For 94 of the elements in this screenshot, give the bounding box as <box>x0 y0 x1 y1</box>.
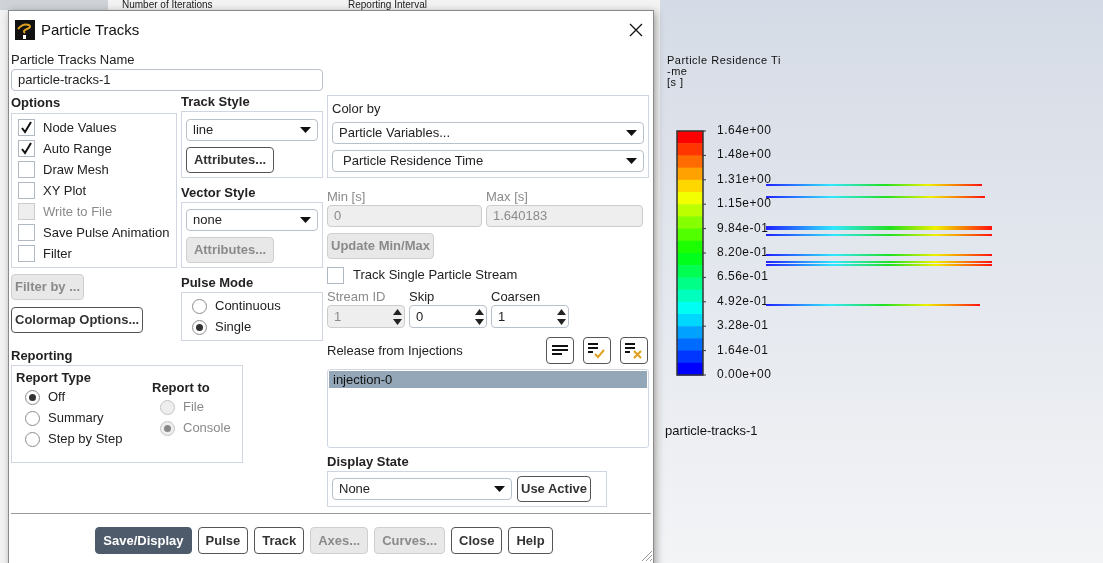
radio-label: Continuous <box>215 297 281 316</box>
radio-label: Console <box>183 419 231 438</box>
column-header: Reporting Interval <box>348 0 428 10</box>
dropdown[interactable]: line <box>186 119 318 141</box>
legend-title: Particle Residence Ti <box>667 55 781 66</box>
radio-label: Single <box>215 318 252 337</box>
list-item[interactable]: injection-0 <box>329 371 647 388</box>
radio-label: File <box>183 398 204 417</box>
section-heading: Reporting <box>11 348 74 364</box>
checkbox-label: Filter <box>43 244 72 263</box>
checkbox[interactable] <box>327 266 344 284</box>
caret-icon <box>494 486 505 492</box>
field-label: Min [s] <box>327 189 367 205</box>
legend-label: 1.15e+00 <box>717 196 772 213</box>
checkbox[interactable] <box>18 140 35 157</box>
legend-label: 1.48e+00 <box>717 147 772 164</box>
lines-icon <box>552 344 568 357</box>
radio-label: Step by Step <box>48 430 123 449</box>
caret-icon <box>300 217 311 223</box>
checkbox-label: Node Values <box>43 118 117 137</box>
legend-label: 8.20e-01 <box>717 244 770 261</box>
checkbox-label: Auto Range <box>43 139 112 158</box>
caret-icon <box>300 127 311 133</box>
spin-arrows-icon[interactable] <box>557 308 566 325</box>
caret-icon <box>626 158 637 164</box>
checkbox-label: Draw Mesh <box>43 160 109 179</box>
radio-button[interactable] <box>25 389 40 405</box>
radio-button[interactable] <box>25 410 40 426</box>
checkbox-label: Save Pulse Animation <box>43 223 170 242</box>
column-header: Number of Iterations <box>121 0 214 10</box>
legend-label: 1.64e-01 <box>717 342 770 359</box>
legend-label: 1.64e+00 <box>717 123 772 139</box>
scene-caption: particle-tracks-1 <box>665 422 758 440</box>
dropdown[interactable]: none <box>186 209 318 231</box>
checkbox[interactable] <box>18 182 35 199</box>
checkbox-label: Write to File <box>43 202 113 221</box>
field-label: Color by <box>332 101 382 117</box>
list-all-button[interactable] <box>546 337 574 364</box>
close-icon[interactable] <box>629 23 643 37</box>
dropdown[interactable]: Particle Residence Time <box>332 150 644 172</box>
radio-label: Off <box>48 388 66 407</box>
legend-label: 6.56e-01 <box>717 269 770 286</box>
checkbox[interactable] <box>18 119 35 136</box>
checkbox[interactable] <box>18 224 35 241</box>
attributes-button[interactable]: Attributes... <box>186 147 274 173</box>
lines-check-icon <box>588 342 606 359</box>
legend-label: 9.84e-01 <box>717 220 770 237</box>
spin-arrows-icon[interactable] <box>475 308 484 325</box>
dialog-button[interactable]: Help <box>508 527 553 554</box>
field-label: Skip <box>409 289 436 305</box>
legend-title: -me <box>667 66 689 77</box>
section-heading: Report to <box>152 380 211 396</box>
list-label: Release from Injections <box>327 341 463 360</box>
app-logo-icon <box>15 20 35 40</box>
dialog-title: Particle Tracks <box>41 19 140 40</box>
dropdown[interactable]: Particle Variables... <box>332 122 644 144</box>
checkbox-label: XY Plot <box>43 181 87 200</box>
checkbox-label: Track Single Particle Stream <box>353 266 518 285</box>
use-active-button[interactable]: Use Active <box>517 476 591 502</box>
dropdown[interactable]: None <box>332 478 512 500</box>
select-all-button[interactable] <box>583 337 611 364</box>
caret-icon <box>626 130 637 136</box>
section-heading: Pulse Mode <box>181 275 255 291</box>
field-label: Max [s] <box>486 189 529 205</box>
radio-button[interactable] <box>192 298 207 314</box>
checkbox[interactable] <box>18 245 35 262</box>
checkbox[interactable] <box>18 161 35 178</box>
spin-box[interactable]: 0 <box>409 305 487 328</box>
spin-box[interactable]: 1 <box>491 305 569 328</box>
radio-label: Summary <box>48 409 104 428</box>
dialog-button[interactable]: Pulse <box>197 527 249 554</box>
radio-button[interactable] <box>25 431 40 447</box>
legend-label: 4.92e-01 <box>717 293 770 310</box>
legend-label: 0.00e+00 <box>717 366 772 383</box>
legend-title: [s ] <box>667 77 685 88</box>
section-heading: Display State <box>327 454 410 470</box>
field-label: Coarsen <box>491 289 542 305</box>
dialog-button[interactable]: Save/Display <box>95 527 192 554</box>
legend-label: 3.28e-01 <box>717 318 770 335</box>
radio-button[interactable] <box>192 319 207 335</box>
field-label: Particle Tracks Name <box>11 51 136 69</box>
input-field[interactable]: particle-tracks-1 <box>11 69 323 91</box>
dialog-button[interactable]: Close <box>451 527 503 554</box>
lines-cross-icon <box>625 342 643 359</box>
field-label: Stream ID <box>327 289 387 305</box>
resize-grip-icon[interactable] <box>640 549 652 561</box>
section-heading: Vector Style <box>181 185 257 201</box>
legend-label: 1.31e+00 <box>717 171 772 188</box>
dialog-button[interactable]: Track <box>254 527 305 554</box>
section-heading: Track Style <box>181 94 251 110</box>
deselect-all-button[interactable] <box>620 337 648 364</box>
colormap-options-button[interactable]: Colormap Options... <box>11 307 144 333</box>
section-heading: Options <box>11 95 62 111</box>
section-heading: Report Type <box>16 370 92 386</box>
